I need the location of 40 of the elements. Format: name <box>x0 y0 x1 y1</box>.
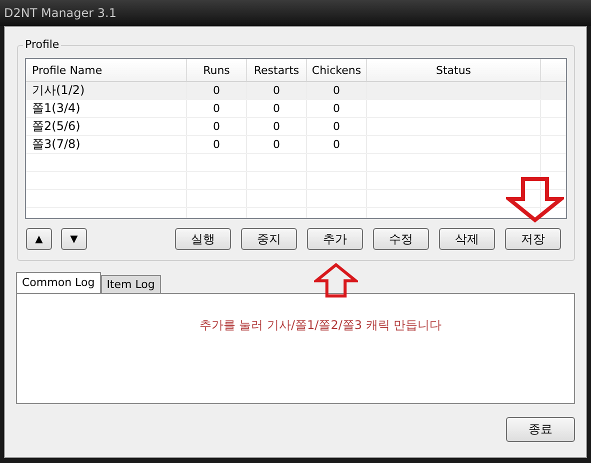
action-button[interactable]: 수정 <box>373 228 429 250</box>
table-row[interactable]: 기사(1/2) 0 0 0 <box>26 82 566 100</box>
column-header[interactable]: Status <box>367 59 541 81</box>
table-cell: 0 <box>247 82 307 99</box>
column-header[interactable]: Restarts <box>247 59 307 81</box>
action-button[interactable]: 중지 <box>241 228 297 250</box>
column-header[interactable]: Profile Name <box>26 59 187 81</box>
action-button[interactable]: 추가 <box>307 228 363 250</box>
table-cell: 0 <box>307 118 367 135</box>
table-cell: 0 <box>187 136 247 153</box>
table-row[interactable]: 쫄3(7/8) 0 0 0 <box>26 136 566 154</box>
down-arrow-icon <box>506 177 564 223</box>
table-cell: 0 <box>247 136 307 153</box>
table-cell: 0 <box>187 118 247 135</box>
log-tab[interactable]: Item Log <box>100 275 161 293</box>
move-up-button[interactable]: ▲ <box>26 228 52 250</box>
column-header[interactable]: Chickens <box>307 59 367 81</box>
table-cell: 0 <box>247 100 307 117</box>
table-cell: 기사(1/2) <box>26 82 187 99</box>
table-cell: 쫄1(3/4) <box>26 100 187 117</box>
table-cell: 0 <box>307 136 367 153</box>
window-title: D2NT Manager 3.1 <box>4 6 116 20</box>
table-cell: 쫄2(5/6) <box>26 118 187 135</box>
column-header[interactable]: Runs <box>187 59 247 81</box>
table-cell: 0 <box>247 118 307 135</box>
log-tab[interactable]: Common Log <box>16 272 101 293</box>
close-button[interactable]: 종료 <box>506 417 575 442</box>
table-cell: 쫄3(7/8) <box>26 136 187 153</box>
table-row[interactable]: 쫄1(3/4) 0 0 0 <box>26 100 566 118</box>
table-cell: 0 <box>307 82 367 99</box>
action-button[interactable]: 실행 <box>175 228 231 250</box>
table-row[interactable]: 쫄2(5/6) 0 0 0 <box>26 118 566 136</box>
table-cell: 0 <box>187 82 247 99</box>
annotation-text: 추가를 눌러 기사/쫄1/쫄2/쫄3 캐릭 만듭니다 <box>199 317 442 334</box>
group-label: Profile <box>23 38 62 51</box>
action-button[interactable]: 저장 <box>505 228 561 250</box>
table-cell: 0 <box>187 100 247 117</box>
move-down-button[interactable]: ▼ <box>61 228 87 250</box>
table-cell: 0 <box>307 100 367 117</box>
action-button[interactable]: 삭제 <box>439 228 495 250</box>
